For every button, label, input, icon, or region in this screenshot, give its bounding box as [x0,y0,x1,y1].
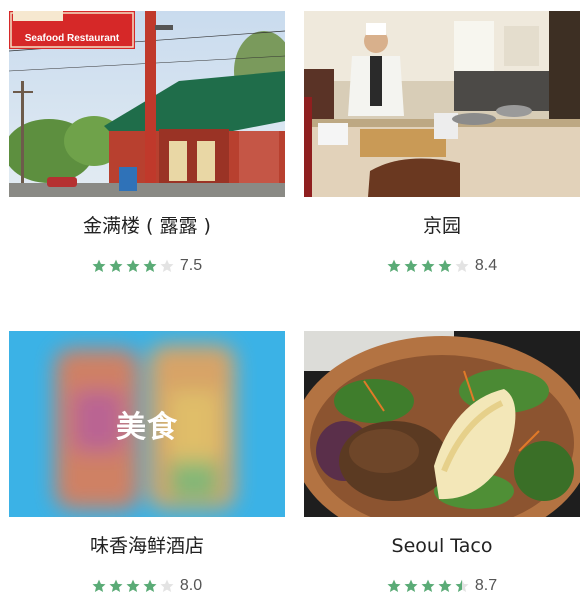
star-icon [455,259,469,272]
star-rating [92,579,177,593]
restaurant-photo[interactable]: 美食 [9,331,285,517]
star-icon [92,259,106,272]
rating-score: 8.0 [179,577,203,594]
star-icon [404,579,418,592]
star-icon [404,259,418,272]
rating: 8.4 [304,256,580,276]
star-icon [438,259,452,272]
star-icon [126,579,140,592]
star-icon [143,579,157,592]
sign-text: Seafood Restaurant [25,33,120,44]
rating-score: 8.7 [474,577,498,594]
restaurant-name[interactable]: 金满楼 ( 露露 ) [9,214,285,238]
star-icon [160,579,174,592]
star-rating [387,259,472,273]
star-rating [387,579,472,593]
star-icon [387,579,401,592]
star-icon [438,579,452,592]
star-icon [109,579,123,592]
restaurant-photo[interactable] [304,11,580,197]
restaurant-photo[interactable]: Seafood Restaurant [9,11,285,197]
rating-score: 7.5 [179,257,203,274]
star-icon [455,579,469,592]
restaurant-name[interactable]: 京园 [304,214,580,238]
restaurant-name[interactable]: Seoul Taco [304,534,580,558]
placeholder-label: 美食 [116,410,178,445]
star-icon [126,259,140,272]
restaurant-photo[interactable] [304,331,580,517]
star-icon [421,579,435,592]
star-rating [92,259,177,273]
star-icon [387,259,401,272]
rating: 7.5 [9,256,285,276]
star-icon [109,259,123,272]
star-icon [143,259,157,272]
rating: 8.0 [9,576,285,596]
star-icon [160,259,174,272]
star-icon [421,259,435,272]
rating-score: 8.4 [474,257,498,274]
restaurant-name[interactable]: 味香海鲜酒店 [9,534,285,558]
rating: 8.7 [304,576,580,596]
star-icon [92,579,106,592]
